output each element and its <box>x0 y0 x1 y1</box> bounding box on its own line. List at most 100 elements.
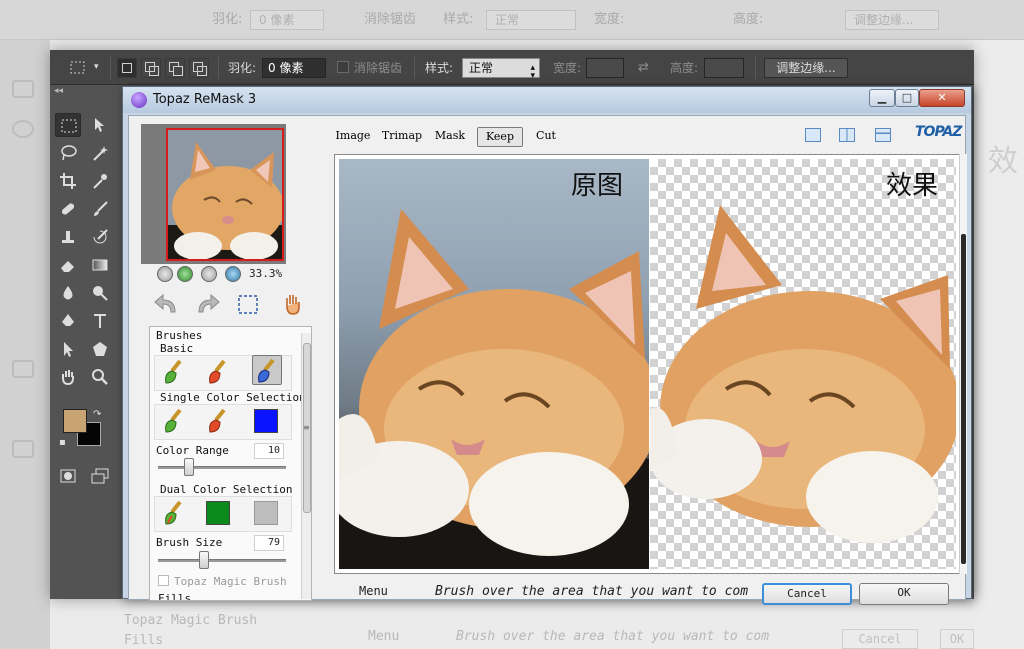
magic-brush-checkbox[interactable] <box>158 575 169 586</box>
hand-pan-icon[interactable] <box>279 292 307 318</box>
tab-cut[interactable]: Cut <box>531 127 561 147</box>
tab-keep[interactable]: Keep <box>477 127 523 147</box>
shape-tool-icon[interactable] <box>87 337 113 361</box>
height-label: 高度: <box>670 61 699 75</box>
kitten-original-image <box>339 209 649 569</box>
navigator-view-box[interactable] <box>166 128 284 261</box>
magic-wand-tool-icon[interactable] <box>87 141 113 165</box>
style-select[interactable]: 正常 ▴ ▾ <box>462 58 540 81</box>
grip-icon: ≡ <box>303 423 310 432</box>
dual-brush-icon[interactable] <box>160 498 190 528</box>
move-tool-icon[interactable] <box>87 113 113 137</box>
undo-icon[interactable] <box>153 292 181 318</box>
subtract-selection-button[interactable] <box>165 58 185 78</box>
default-colors-icon[interactable]: ▪ <box>59 437 66 448</box>
dual-color-label: Dual Color Selection <box>160 483 293 496</box>
background-bottom-strip: Topaz Magic Brush Fills Menu Brush over … <box>50 599 974 649</box>
zoom-fit-icon[interactable] <box>201 266 217 282</box>
zoom-out-icon[interactable] <box>157 266 173 282</box>
color-range-slider-thumb[interactable] <box>183 458 194 476</box>
options-bar: ▾ 羽化: 0 像素 消除锯齿 样式: 正常 ▴ ▾ 宽度: ⇄ 高度: 调整边缘… <box>50 50 974 85</box>
dialog-body: 33.3% Brushes Basic Single Color Selecti… <box>128 115 967 605</box>
minimize-button[interactable]: ▁ <box>869 89 895 107</box>
path-selection-tool-icon[interactable] <box>55 337 81 361</box>
type-tool-icon[interactable] <box>87 309 113 333</box>
feather-input[interactable]: 0 像素 <box>262 58 326 78</box>
height-input[interactable] <box>704 58 744 78</box>
zoom-in-icon[interactable] <box>177 266 193 282</box>
hand-tool-icon[interactable] <box>55 365 81 389</box>
antialias-checkbox[interactable] <box>337 61 349 73</box>
single-view-icon[interactable] <box>805 128 821 142</box>
screen-mode-icon[interactable] <box>87 464 113 488</box>
canvas-scrollbar[interactable] <box>959 154 967 574</box>
keep-brush-icon[interactable] <box>160 357 190 387</box>
foreground-color-swatch[interactable] <box>63 409 87 433</box>
dual-color-swatch-a[interactable] <box>206 501 230 525</box>
redo-icon[interactable] <box>193 292 221 318</box>
dual-color-swatch-b[interactable] <box>254 501 278 525</box>
marquee-tool-icon[interactable] <box>55 113 81 137</box>
brush-tool-icon[interactable] <box>87 197 113 221</box>
grid-view-icon[interactable] <box>875 128 891 142</box>
selection-icon[interactable] <box>235 292 263 318</box>
refine-edge-button[interactable]: 调整边缘... <box>764 58 848 78</box>
lasso-tool-icon[interactable] <box>55 141 81 165</box>
single-keep-brush-icon[interactable] <box>160 406 190 436</box>
dodge-tool-icon[interactable] <box>87 281 113 305</box>
zoom-tool-icon[interactable] <box>87 365 113 389</box>
marquee-preset-icon[interactable] <box>68 58 88 78</box>
tab-mask[interactable]: Mask <box>433 127 467 147</box>
cancel-button[interactable]: Cancel <box>762 583 852 605</box>
tab-image[interactable]: Image <box>333 127 373 147</box>
add-selection-button[interactable] <box>141 58 161 78</box>
gradient-tool-icon[interactable] <box>87 253 113 277</box>
collapse-icon[interactable]: ◂◂ <box>54 86 63 96</box>
brush-size-slider-thumb[interactable] <box>199 551 210 569</box>
quick-mask-icon[interactable] <box>55 464 81 488</box>
new-selection-button[interactable] <box>117 58 137 78</box>
healing-brush-tool-icon[interactable] <box>55 197 81 221</box>
color-range-input[interactable]: 10 <box>254 443 284 459</box>
intersect-selection-button[interactable] <box>189 58 209 78</box>
eyedropper-tool-icon[interactable] <box>87 169 113 193</box>
result-label: 效果 <box>886 171 939 201</box>
divider <box>755 57 756 79</box>
close-button[interactable]: ✕ <box>919 89 965 107</box>
brush-size-slider[interactable] <box>158 559 286 562</box>
pen-tool-icon[interactable] <box>55 309 81 333</box>
style-label: 样式: <box>425 61 454 75</box>
maximize-button[interactable]: □ <box>895 89 919 107</box>
preview-canvas[interactable]: 原图 效果 <box>334 154 960 574</box>
preset-dropdown-arrow-icon[interactable]: ▾ <box>94 59 99 75</box>
split-view-icon[interactable] <box>839 128 855 142</box>
tab-trimap[interactable]: Trimap <box>379 127 425 147</box>
zoom-actual-icon[interactable] <box>225 266 241 282</box>
eraser-tool-icon[interactable] <box>55 253 81 277</box>
result-image-pane[interactable]: 效果 <box>650 159 956 569</box>
original-image-pane[interactable]: 原图 <box>339 159 649 569</box>
panel-scrollbar[interactable]: ≡ <box>301 333 311 599</box>
color-range-slider[interactable] <box>158 466 286 469</box>
dialog-title-bar[interactable]: Topaz ReMask 3 ▁ □ ✕ <box>123 87 971 113</box>
history-brush-tool-icon[interactable] <box>87 225 113 249</box>
topaz-logo-icon <box>131 92 147 108</box>
single-color-swatch[interactable] <box>254 409 278 433</box>
ghost-refine-edge-button: 调整边缘... <box>845 10 939 30</box>
ok-button[interactable]: OK <box>859 583 949 605</box>
menu-button[interactable]: Menu <box>359 584 388 598</box>
fills-label: Fills <box>158 592 192 601</box>
cut-brush-icon[interactable] <box>204 357 234 387</box>
crop-tool-icon[interactable] <box>55 169 81 193</box>
width-input[interactable] <box>586 58 624 78</box>
compute-brush-icon[interactable] <box>252 355 282 385</box>
brush-size-input[interactable]: 79 <box>254 535 284 551</box>
canvas-scrollbar-thumb[interactable] <box>961 234 966 564</box>
blur-tool-icon[interactable] <box>55 281 81 305</box>
navigator-thumbnail[interactable] <box>141 124 286 264</box>
single-cut-brush-icon[interactable] <box>204 406 234 436</box>
stamp-tool-icon[interactable] <box>55 225 81 249</box>
swap-colors-icon[interactable]: ↷ <box>93 409 101 420</box>
swap-icon[interactable]: ⇄ <box>638 60 649 76</box>
background-options-bar: 羽化: 0 像素 消除锯齿 样式: 正常 宽度: 高度: 调整边缘... <box>0 0 1024 40</box>
